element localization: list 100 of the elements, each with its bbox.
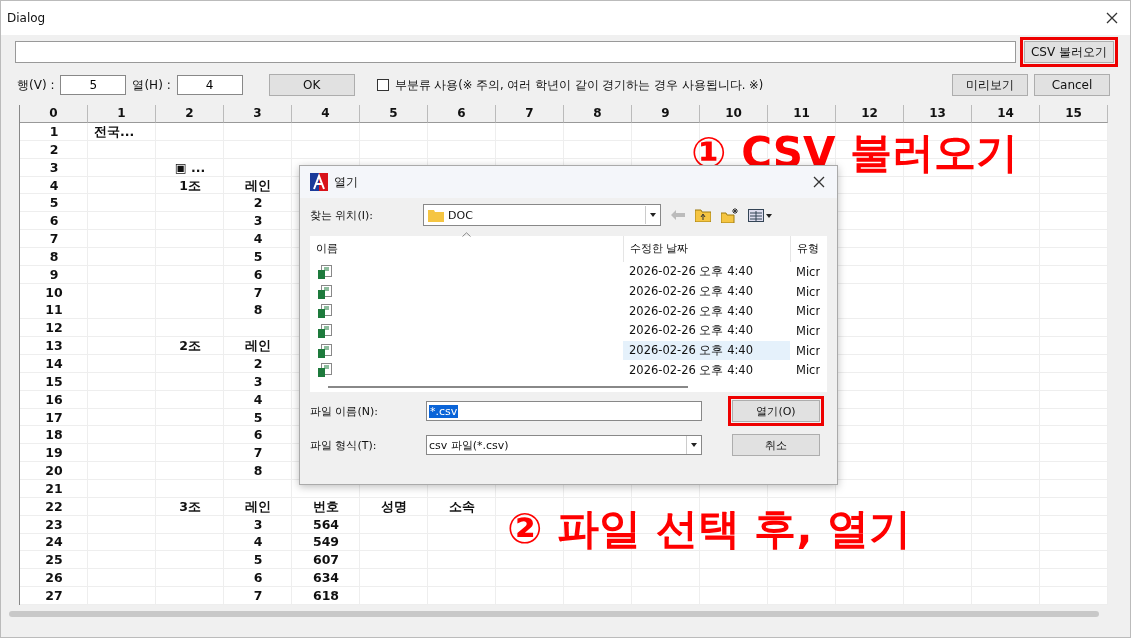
file-name-input[interactable]: *.csv: [426, 401, 702, 421]
open-button[interactable]: 열기(O): [732, 400, 820, 422]
file-type: Micr: [795, 363, 821, 378]
file-type: Micr: [795, 304, 821, 319]
file-modified-date[interactable]: 2026-02-26 오후 4:40: [623, 282, 790, 302]
spreadsheet-file-icon: [318, 304, 332, 319]
table-cell-text: 7: [252, 444, 264, 463]
folder-icon: [428, 208, 444, 222]
row-number: 24: [44, 533, 64, 552]
table-cell-text: 564: [311, 515, 341, 534]
preview-button[interactable]: 미리보기: [952, 74, 1028, 96]
dialog-title: 열기: [334, 173, 359, 191]
app-logo-icon: [310, 173, 328, 191]
table-cell-text: 성명: [380, 497, 408, 516]
table-cell-text: 1조: [178, 176, 202, 195]
file-type-label: 파일 형식(T):: [310, 437, 378, 453]
file-path-field[interactable]: [15, 41, 1016, 63]
column-header: 8: [564, 105, 632, 123]
table-cell-text: 레인: [244, 497, 272, 516]
sort-caret-icon: [462, 232, 471, 237]
columns-label: 열(H) :: [132, 76, 171, 94]
spreadsheet-file-icon: [318, 343, 332, 358]
column-header: 14: [972, 105, 1040, 123]
table-cell-text: 번호: [312, 497, 340, 516]
subcategory-checkbox[interactable]: [376, 79, 389, 91]
table-cell-text: 4: [252, 230, 264, 248]
table-cell-text: 6: [252, 265, 264, 284]
column-header: 10: [700, 105, 768, 123]
load-csv-button[interactable]: CSV 불러오기: [1023, 41, 1114, 63]
table-cell-text: 레인: [244, 337, 272, 355]
column-header: 4: [292, 105, 360, 123]
look-in-label: 찾는 위치(I):: [310, 207, 375, 223]
table-cell-text: 5: [252, 408, 264, 427]
row-number: 19: [44, 444, 64, 463]
ok-button[interactable]: OK: [268, 74, 355, 96]
column-header: 2: [156, 105, 224, 123]
close-icon[interactable]: [1106, 12, 1118, 24]
table-cell-text: 4: [252, 533, 264, 552]
cancel-button[interactable]: 취소: [732, 434, 820, 456]
row-number: 26: [44, 569, 64, 587]
file-type: Micr: [795, 343, 821, 358]
row-number: 11: [44, 301, 64, 320]
table-cell-text: 3: [252, 372, 264, 391]
row-number: 8: [48, 247, 60, 266]
spreadsheet-file-icon: [318, 323, 332, 338]
horizontal-scrollbar[interactable]: [328, 386, 688, 388]
subcategory-label: 부분류 사용(※ 주의, 여러 학년이 같이 경기하는 경우 사용됩니다. ※): [394, 77, 765, 93]
table-cell-text: 5: [252, 551, 264, 570]
row-number: 2: [48, 140, 60, 159]
table-cell-text: 607: [311, 551, 341, 570]
row-number: 15: [44, 372, 64, 391]
column-header[interactable]: 수정한 날짜: [623, 236, 790, 262]
file-type-dropdown[interactable]: csv 파일(*.csv): [426, 435, 702, 455]
column-header: 5: [360, 105, 428, 123]
row-number: 18: [44, 426, 64, 445]
file-name-label: 파일 이름(N):: [310, 403, 379, 419]
column-header: 3: [224, 105, 292, 123]
table-cell-text: 7: [252, 283, 264, 302]
file-type: Micr: [795, 264, 821, 279]
close-icon[interactable]: [813, 176, 825, 188]
column-header: 1: [88, 105, 156, 123]
file-modified-date[interactable]: 2026-02-26 오후 4:40: [623, 360, 790, 380]
up-folder-icon[interactable]: [695, 208, 711, 222]
column-header: 12: [836, 105, 904, 123]
new-folder-icon[interactable]: [721, 207, 738, 223]
rows-label: 행(V) :: [17, 76, 55, 94]
row-number: 17: [44, 408, 64, 427]
row-number: 5: [48, 194, 60, 213]
file-modified-date[interactable]: 2026-02-26 오후 4:40: [623, 262, 790, 282]
file-modified-date[interactable]: 2026-02-26 오후 4:40: [623, 301, 790, 321]
row-number: 9: [48, 265, 60, 284]
cancel-button[interactable]: Cancel: [1034, 74, 1110, 96]
table-cell-text: 634: [311, 569, 341, 587]
table-cell-text: 549: [311, 533, 341, 552]
table-cell-text: 3: [252, 515, 264, 534]
row-number: 27: [44, 586, 64, 605]
table-cell-text: ▣ ...: [173, 158, 207, 177]
table-cell-text: 2: [252, 354, 264, 373]
row-number: 4: [48, 176, 60, 195]
column-header[interactable]: 유형: [790, 236, 827, 262]
column-header[interactable]: 이름: [310, 236, 623, 262]
table-cell-text: 3조: [178, 497, 202, 516]
file-modified-date[interactable]: 2026-02-26 오후 4:40: [623, 341, 790, 361]
table-cell-text: 6: [252, 426, 264, 445]
horizontal-scrollbar[interactable]: [9, 610, 1099, 617]
row-number: 20: [44, 462, 64, 480]
column-header: 11: [768, 105, 836, 123]
column-header: 15: [1040, 105, 1108, 123]
file-modified-date[interactable]: 2026-02-26 오후 4:40: [623, 321, 790, 341]
spreadsheet-file-icon: [318, 264, 332, 279]
table-cell-text: 6: [252, 569, 264, 587]
columns-input[interactable]: 4: [176, 75, 243, 95]
file-type: Micr: [795, 323, 821, 338]
table-cell-text: 8: [252, 462, 264, 480]
row-number: 14: [44, 354, 64, 373]
look-in-dropdown[interactable]: DOC: [423, 204, 661, 226]
rows-input[interactable]: 5: [60, 75, 127, 95]
view-menu-icon[interactable]: [748, 208, 772, 222]
window-title: Dialog: [7, 11, 46, 25]
row-number: 7: [48, 230, 60, 248]
